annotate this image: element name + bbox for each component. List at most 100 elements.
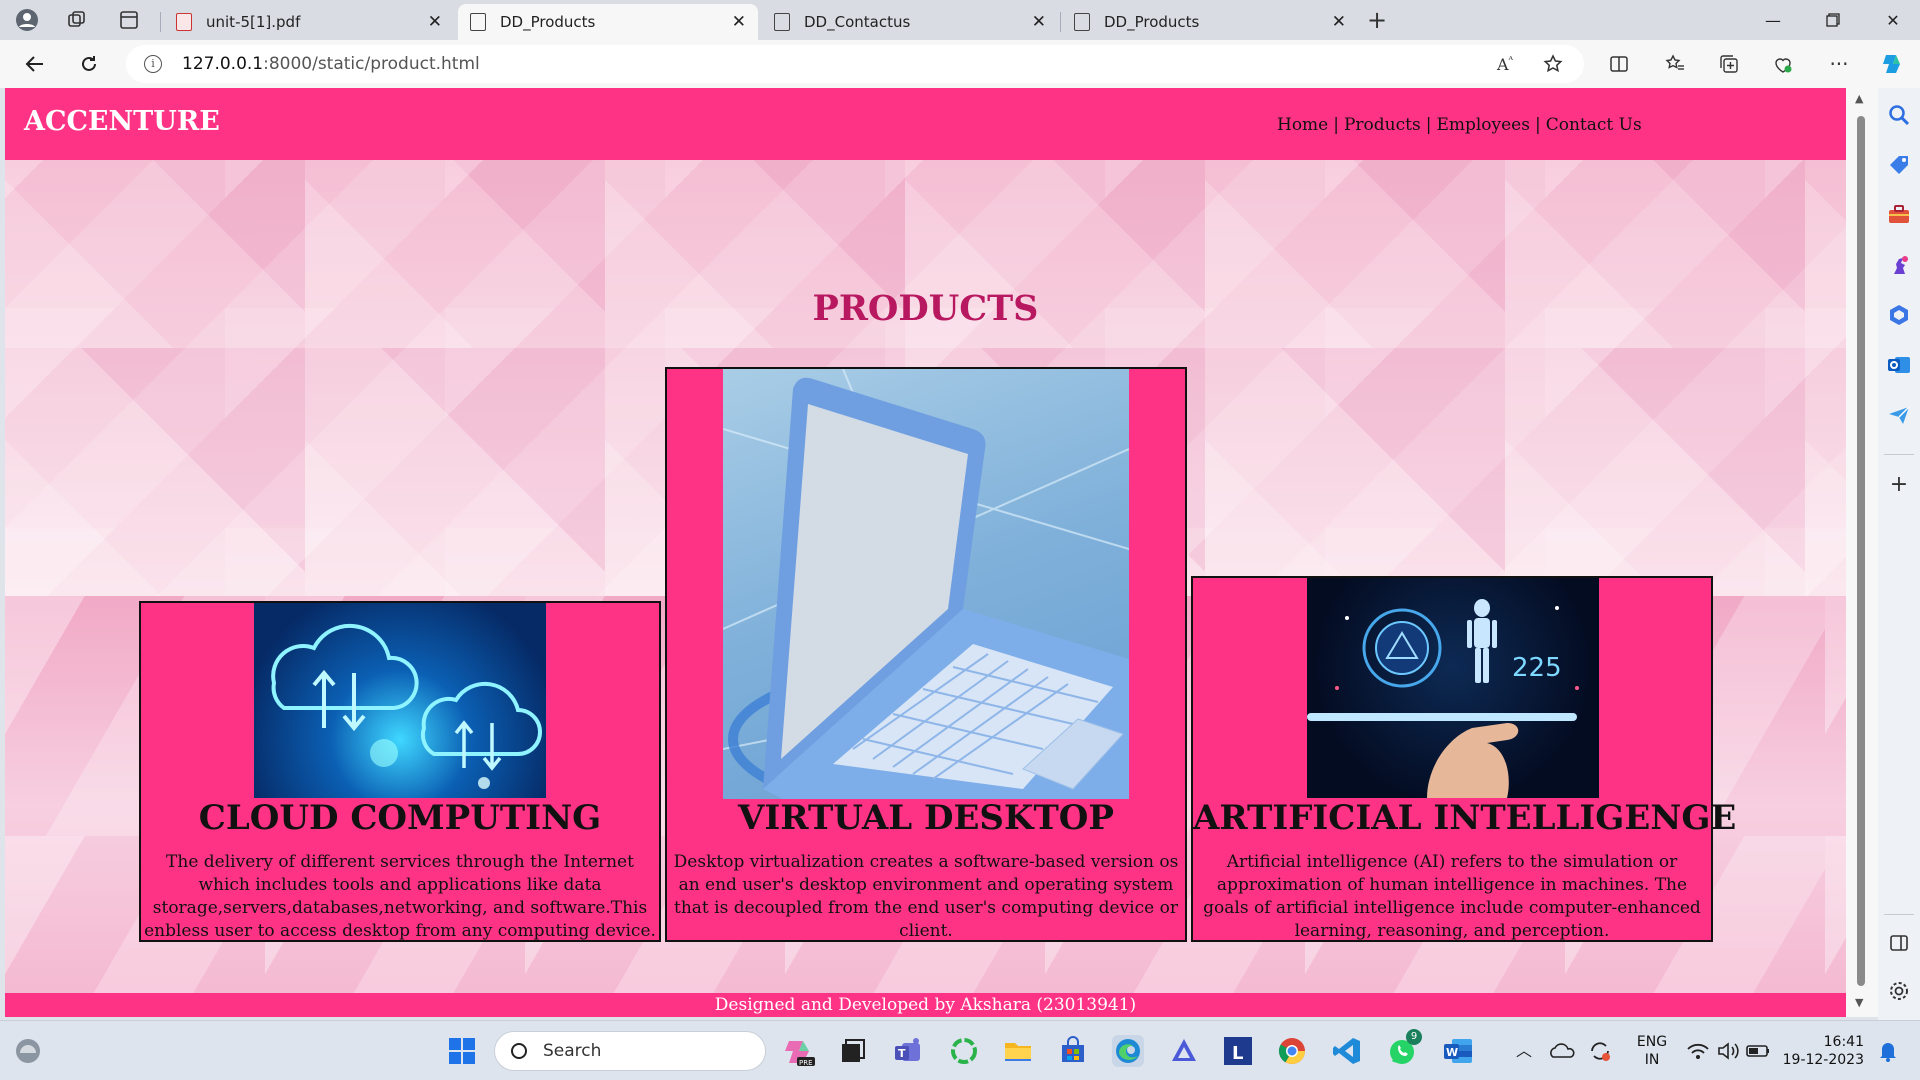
tab-dd-contactus[interactable]: DD_Contactus ✕	[762, 4, 1058, 40]
workspaces-icon[interactable]	[62, 6, 92, 34]
app-l-icon[interactable]: L	[1222, 1035, 1254, 1067]
taskbar-search-placeholder: Search	[543, 1041, 602, 1061]
whatsapp-icon[interactable]: 9	[1386, 1029, 1422, 1067]
word-icon[interactable]: W	[1442, 1035, 1474, 1067]
close-icon[interactable]: ✕	[1032, 12, 1046, 32]
vscode-icon[interactable]	[1331, 1035, 1363, 1067]
profile-icon[interactable]	[12, 6, 42, 34]
tab-separator	[1060, 12, 1061, 32]
vertical-scrollbar[interactable]: ▲ ▼	[1846, 88, 1878, 1017]
notification-bell-icon[interactable]	[1872, 1035, 1904, 1067]
close-icon[interactable]: ✕	[1332, 12, 1346, 32]
close-icon[interactable]: ✕	[732, 12, 746, 32]
outlook-icon[interactable]	[1886, 352, 1912, 378]
favorites-icon[interactable]	[1658, 48, 1692, 80]
edge-browser-icon[interactable]	[1112, 1035, 1144, 1067]
ai-robot-hand-image: 225	[1307, 578, 1599, 798]
file-explorer-icon[interactable]	[1002, 1035, 1034, 1067]
card-title: ARTIFICIAL INTELLIGENGE	[1193, 798, 1737, 838]
search-icon[interactable]	[1886, 102, 1912, 128]
chevron-up-icon[interactable]: ︿	[1508, 1035, 1540, 1067]
microsoft-365-icon[interactable]	[1886, 302, 1912, 328]
settings-gear-icon[interactable]	[1886, 978, 1912, 1004]
card-title: VIRTUAL DESKTOP	[738, 798, 1114, 838]
weather-widget-icon[interactable]	[12, 1035, 44, 1067]
tab-title: DD_Products	[1104, 13, 1200, 31]
svg-text:W: W	[1446, 1046, 1458, 1059]
nav-link-products[interactable]: Products	[1344, 115, 1421, 135]
card-description: Desktop virtualization creates a softwar…	[673, 852, 1179, 941]
tools-briefcase-icon[interactable]	[1886, 202, 1912, 228]
nav-separator: |	[1425, 115, 1432, 135]
tab-title: DD_Products	[500, 13, 596, 31]
nav-link-employees[interactable]: Employees	[1436, 115, 1530, 135]
volume-icon[interactable]	[1712, 1035, 1744, 1067]
collections-icon[interactable]	[1712, 48, 1746, 80]
taskbar-search-box[interactable]: Search	[494, 1031, 766, 1071]
copilot-preview-icon[interactable]: PRE	[783, 1035, 815, 1067]
url-host: 127.0.0.1	[182, 54, 264, 74]
svg-text:PRE: PRE	[799, 1059, 813, 1067]
notification-badge: 9	[1406, 1029, 1422, 1045]
pdf-icon	[176, 13, 192, 31]
new-tab-button[interactable]: +	[1362, 6, 1392, 34]
wifi-icon[interactable]	[1682, 1035, 1714, 1067]
product-card-virtual-desktop: VIRTUAL DESKTOP Desktop virtualization c…	[665, 367, 1187, 942]
nav-separator: |	[1534, 115, 1541, 135]
tab-actions-icon[interactable]	[114, 6, 144, 34]
microsoft-store-icon[interactable]	[1057, 1035, 1089, 1067]
chrome-icon[interactable]	[1276, 1035, 1308, 1067]
shopping-tag-icon[interactable]	[1886, 152, 1912, 178]
tab-unit5-pdf[interactable]: unit-5[1].pdf ✕	[164, 4, 454, 40]
close-icon[interactable]: ✕	[428, 12, 442, 32]
site-info-icon[interactable]: i	[144, 55, 162, 73]
windows-taskbar: Search PRE T L 9 W ︿ ENG IN 16:41 19-12-…	[0, 1020, 1920, 1080]
games-chess-icon[interactable]	[1886, 252, 1912, 278]
tab-dd-products-active[interactable]: DD_Products ✕	[458, 4, 758, 40]
app-triangle-icon[interactable]	[1168, 1035, 1200, 1067]
scroll-up-arrow-icon[interactable]: ▲	[1855, 92, 1863, 105]
scroll-down-arrow-icon[interactable]: ▼	[1855, 996, 1863, 1009]
clock-date: 19-12-2023	[1782, 1052, 1864, 1068]
sync-icon[interactable]	[1584, 1035, 1616, 1067]
search-icon	[511, 1043, 527, 1059]
close-window-button[interactable]: ✕	[1870, 4, 1916, 36]
site-header: ACCENTURE Home | Products | Employees | Contac…	[5, 88, 1846, 160]
refresh-button[interactable]	[72, 48, 106, 80]
clock[interactable]: 16:41 19-12-2023	[1780, 1033, 1864, 1069]
url-field[interactable]: i 127.0.0.1:8000/static/product.html	[126, 45, 1584, 83]
split-screen-icon[interactable]	[1602, 48, 1636, 80]
region-code: IN	[1644, 1052, 1660, 1068]
battery-icon[interactable]	[1742, 1035, 1774, 1067]
task-view-icon[interactable]	[836, 1035, 868, 1067]
page-viewport: ACCENTURE Home | Products | Employees | Contac…	[5, 88, 1846, 1017]
minimize-button[interactable]: —	[1750, 4, 1796, 36]
language-indicator[interactable]: ENG IN	[1630, 1033, 1674, 1069]
browser-essentials-icon[interactable]	[1766, 48, 1800, 80]
page-title: PRODUCTS	[812, 288, 1039, 329]
nav-link-home[interactable]: Home	[1277, 115, 1328, 135]
tab-dd-products[interactable]: DD_Products ✕	[1062, 4, 1358, 40]
brand-logo-text[interactable]: ACCENTURE	[24, 106, 220, 137]
hide-sidebar-icon[interactable]	[1886, 930, 1912, 956]
tab-bar: unit-5[1].pdf ✕ DD_Products ✕ DD_Contact…	[0, 0, 1920, 40]
site-footer: Designed and Developed by Akshara (23013…	[5, 993, 1846, 1017]
page-icon	[1074, 13, 1090, 31]
read-aloud-icon[interactable]: Aᴬ	[1488, 48, 1522, 80]
windows-start-icon[interactable]	[446, 1035, 478, 1067]
refresh-app-icon[interactable]	[948, 1035, 980, 1067]
more-options-icon[interactable]: ···	[1822, 48, 1856, 80]
add-icon[interactable]: +	[1886, 472, 1912, 498]
scroll-thumb[interactable]	[1857, 116, 1865, 986]
favorite-star-icon[interactable]	[1536, 48, 1570, 80]
send-plane-icon[interactable]	[1886, 402, 1912, 428]
nav-link-contact-us[interactable]: Contact Us	[1546, 115, 1642, 135]
teams-icon[interactable]: T	[892, 1035, 924, 1067]
copilot-icon[interactable]	[1876, 48, 1910, 80]
edge-sidebar: +	[1878, 88, 1920, 1020]
restore-button[interactable]	[1810, 4, 1856, 36]
nav-separator: |	[1333, 115, 1339, 135]
back-button[interactable]	[18, 48, 52, 80]
page-icon	[470, 13, 486, 31]
onedrive-cloud-icon[interactable]	[1546, 1035, 1578, 1067]
